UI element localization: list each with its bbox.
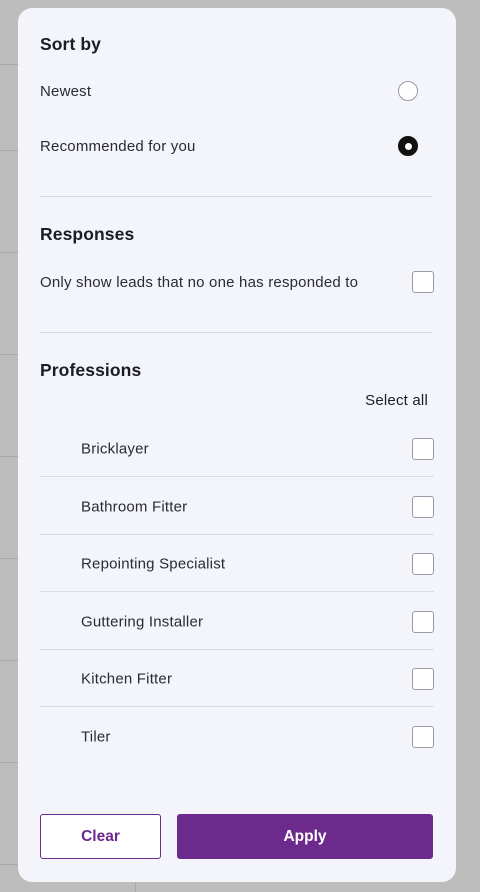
background-line bbox=[0, 762, 18, 763]
profession-label: Guttering Installer bbox=[81, 613, 204, 630]
clear-button[interactable]: Clear bbox=[40, 814, 161, 859]
sort-option-recommended-label[interactable]: Recommended for you bbox=[40, 138, 196, 155]
select-all-link[interactable]: Select all bbox=[365, 392, 428, 409]
profession-label: Repointing Specialist bbox=[81, 555, 226, 572]
checkbox-unchecked-icon[interactable] bbox=[412, 552, 434, 575]
profession-row[interactable]: Kitchen Fitter bbox=[40, 650, 434, 707]
background-line bbox=[0, 64, 18, 65]
background-line bbox=[0, 354, 18, 355]
profession-row[interactable]: Tiler bbox=[40, 708, 434, 765]
checkbox-unchecked-icon[interactable] bbox=[412, 271, 434, 293]
radio-selected-icon[interactable] bbox=[398, 136, 418, 156]
sort-option-newest-label[interactable]: Newest bbox=[40, 83, 91, 100]
apply-button[interactable]: Apply bbox=[177, 814, 433, 859]
checkbox-unchecked-icon[interactable] bbox=[412, 437, 434, 460]
background-line bbox=[0, 150, 18, 151]
filter-panel: Sort by Newest Recommended for you Respo… bbox=[18, 8, 456, 882]
professions-title: Professions bbox=[40, 360, 142, 380]
checkbox-unchecked-icon[interactable] bbox=[412, 610, 434, 633]
background-line bbox=[0, 252, 18, 253]
checkbox-unchecked-icon[interactable] bbox=[412, 725, 434, 748]
profession-row[interactable]: Guttering Installer bbox=[40, 593, 434, 650]
profession-label: Kitchen Fitter bbox=[81, 670, 173, 687]
background-line bbox=[0, 558, 18, 559]
section-divider bbox=[40, 332, 432, 333]
responses-title: Responses bbox=[40, 224, 135, 244]
profession-row[interactable]: Bricklayer bbox=[40, 420, 434, 477]
row-divider bbox=[40, 591, 434, 592]
background-line bbox=[0, 864, 18, 865]
row-divider bbox=[40, 476, 434, 477]
checkbox-unchecked-icon[interactable] bbox=[412, 667, 434, 690]
sort-by-title: Sort by bbox=[40, 34, 101, 54]
profession-row[interactable]: Repointing Specialist bbox=[40, 535, 434, 592]
profession-label: Tiler bbox=[81, 728, 111, 745]
profession-label: Bathroom Fitter bbox=[81, 498, 188, 515]
profession-row[interactable]: Bathroom Fitter bbox=[40, 478, 434, 535]
background-line bbox=[0, 660, 18, 661]
profession-label: Bricklayer bbox=[81, 440, 149, 457]
responses-option-label[interactable]: Only show leads that no one has responde… bbox=[40, 274, 358, 291]
background-line bbox=[0, 456, 18, 457]
row-divider bbox=[40, 706, 434, 707]
checkbox-unchecked-icon[interactable] bbox=[412, 495, 434, 518]
radio-unselected-icon[interactable] bbox=[398, 81, 418, 101]
section-divider bbox=[40, 196, 432, 197]
